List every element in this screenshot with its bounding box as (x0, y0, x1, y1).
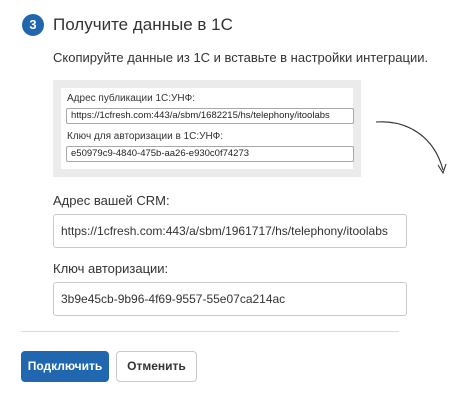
step-number-badge: 3 (22, 14, 44, 36)
example-publication-label: Адрес публикации 1С:УНФ: (67, 93, 195, 104)
example-publication-field: https://1cfresh.com:443/a/sbm/1682215/hs… (66, 108, 354, 124)
auth-key-label: Ключ авторизации: (53, 261, 169, 276)
example-screenshot-panel: Адрес публикации 1С:УНФ: https://1cfresh… (53, 80, 361, 177)
auth-key-input[interactable]: 3b9e45cb-9b96-4f69-9557-55e07ca214ac (53, 282, 407, 316)
crm-address-label: Адрес вашей CRM: (53, 193, 170, 208)
example-auth-field: e50979c9-4840-475b-aa26-e930c0f74273 (66, 146, 354, 162)
divider (21, 331, 399, 332)
step-title: Получите данные в 1С (53, 15, 233, 34)
example-settings-card: Адрес публикации 1С:УНФ: https://1cfresh… (61, 88, 354, 169)
example-auth-label: Ключ для авторизации в 1С:УНФ: (67, 131, 224, 142)
connect-button[interactable]: Подключить (21, 351, 109, 382)
cancel-button[interactable]: Отменить (116, 351, 197, 382)
crm-address-input[interactable]: https://1cfresh.com:443/a/sbm/1961717/hs… (53, 214, 407, 248)
curved-arrow-icon (375, 121, 447, 175)
step-description: Скопируйте данные из 1С и вставьте в нас… (53, 50, 429, 65)
